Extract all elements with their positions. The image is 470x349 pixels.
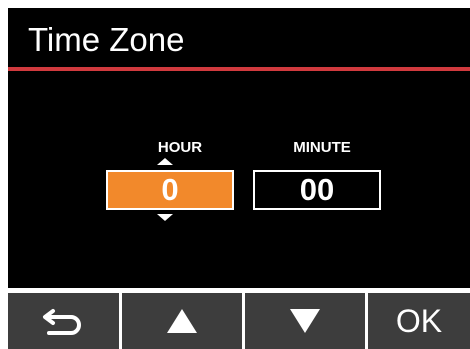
hour-down-arrow-icon[interactable] <box>157 214 173 221</box>
back-button[interactable] <box>8 293 119 349</box>
return-arrow-icon <box>42 309 81 335</box>
time-zone-panel: HOUR 0 MINUTE 00 <box>8 71 470 288</box>
minute-label: MINUTE <box>293 139 351 156</box>
hour-up-arrow-icon[interactable] <box>157 158 173 165</box>
time-zone-screen: Time Zone HOUR 0 MINUTE 00 OK <box>0 0 470 349</box>
down-button[interactable] <box>245 293 365 349</box>
triangle-down-icon <box>290 309 320 333</box>
page-title: Time Zone <box>28 21 185 58</box>
header-bar: Time Zone <box>8 8 470 67</box>
triangle-up-icon <box>167 309 197 333</box>
ok-label: OK <box>395 303 443 339</box>
hour-field[interactable]: 0 <box>106 170 234 210</box>
up-button[interactable] <box>122 293 242 349</box>
softkey-bar: OK <box>8 293 470 349</box>
ok-button[interactable]: OK <box>368 293 470 349</box>
hour-label: HOUR <box>157 139 203 156</box>
minute-field[interactable]: 00 <box>253 170 381 210</box>
